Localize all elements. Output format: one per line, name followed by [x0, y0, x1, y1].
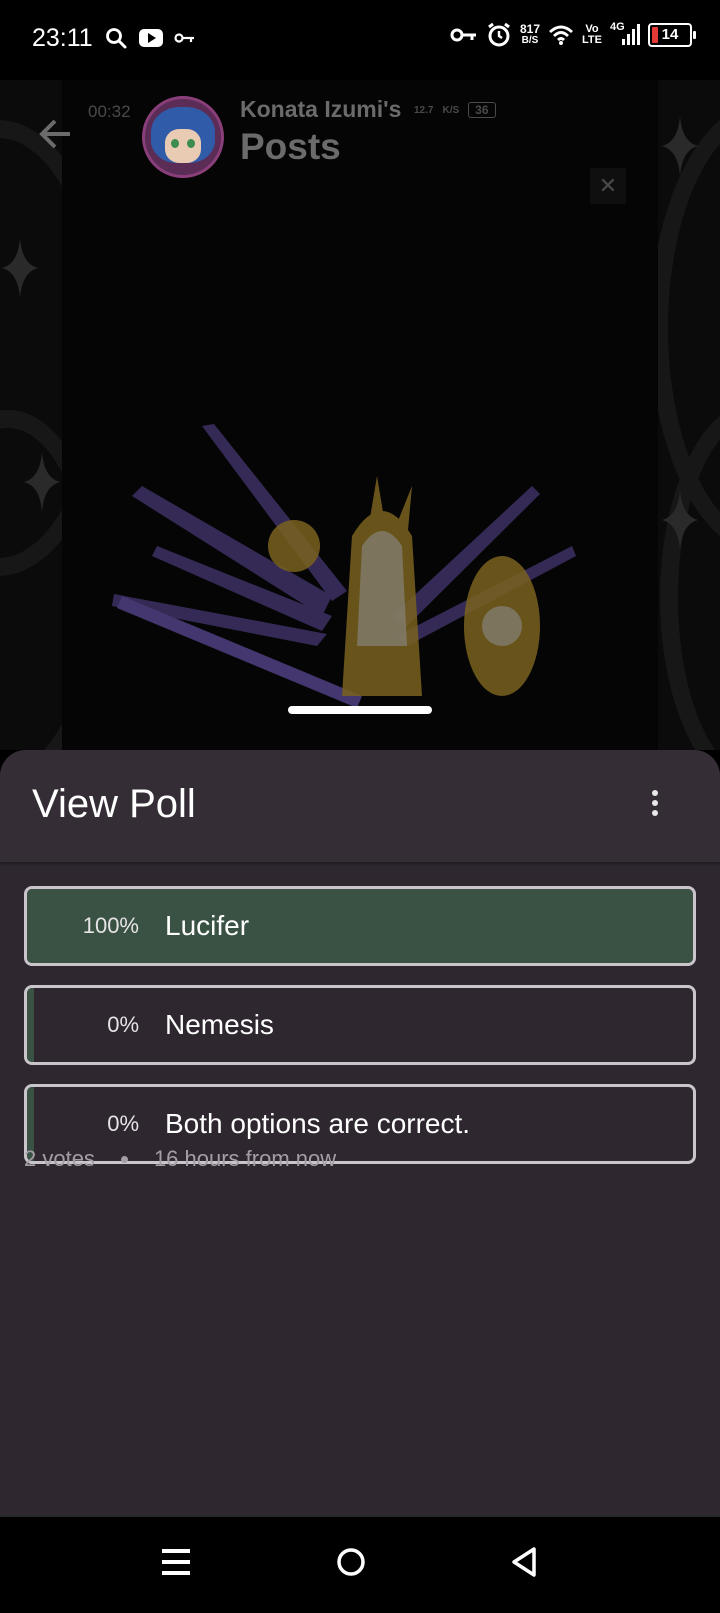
robot-illustration: [112, 424, 576, 708]
sparkle-icon: [2, 238, 38, 298]
poll-deadline: 16 hours from now: [153, 1146, 337, 1171]
separator-dot: [120, 1155, 128, 1163]
back-icon[interactable]: [510, 1547, 538, 1577]
recent-apps-icon[interactable]: [162, 1547, 190, 1577]
option-percent: 0%: [107, 1012, 139, 1037]
back-arrow-icon[interactable]: [38, 118, 74, 150]
navigation-bar: [0, 1516, 720, 1613]
vote-count: 2 votes: [24, 1146, 95, 1171]
more-options-icon[interactable]: [640, 790, 670, 820]
status-time: 23:11: [32, 24, 93, 52]
sparkle-icon: [662, 116, 698, 176]
option-label: Both options are correct.: [165, 1108, 471, 1139]
vpn-key-icon: [450, 28, 476, 42]
sparkle-icon: [662, 490, 698, 550]
drag-handle[interactable]: [288, 706, 432, 714]
alarm-icon: [488, 22, 510, 47]
post-image: [62, 396, 658, 750]
poll-meta: 2 votes 16 hours from now: [24, 1146, 336, 1172]
avatar[interactable]: [142, 96, 224, 178]
page-title: Posts: [240, 126, 341, 167]
volte-indicator: Vo LTE: [582, 23, 602, 46]
poll-header: View Poll: [0, 750, 720, 862]
home-icon[interactable]: [336, 1547, 366, 1577]
option-label: Lucifer: [165, 910, 250, 941]
close-icon[interactable]: ✕: [590, 168, 626, 204]
battery-icon: 14: [648, 23, 696, 47]
wifi-icon: [549, 25, 573, 45]
profile-name: Konata Izumi's: [240, 96, 402, 122]
search-icon: [106, 28, 127, 49]
option-percent: 0%: [107, 1111, 139, 1136]
poll-title: View Poll: [32, 782, 196, 826]
sparkle-icon: [24, 452, 60, 512]
poll-options: 100% Lucifer 0% Nemesis 0% Both options …: [24, 886, 696, 1183]
signal-icon: 4G: [610, 21, 640, 47]
status-bar: 23:11 817 B/S Vo LTE 4G 14: [0, 0, 720, 80]
background-app: 00:32 12.7 K/S 36 Konata Izumi's Posts ✕: [0, 80, 720, 750]
poll-sheet: View Poll 100% Lucifer 0% Nemesis 0% Bot…: [0, 750, 720, 1516]
poll-option[interactable]: 100% Lucifer: [24, 886, 696, 966]
net-speed: 817 B/S: [520, 22, 541, 46]
ghost-status-icons: 12.7 K/S 36: [414, 102, 496, 118]
option-percent: 100%: [82, 913, 139, 938]
poll-option[interactable]: 0% Nemesis: [24, 985, 696, 1065]
option-label: Nemesis: [165, 1009, 274, 1040]
youtube-icon: [139, 29, 163, 47]
vpn-key-icon: [174, 33, 194, 43]
ghost-time: 00:32: [88, 102, 131, 121]
